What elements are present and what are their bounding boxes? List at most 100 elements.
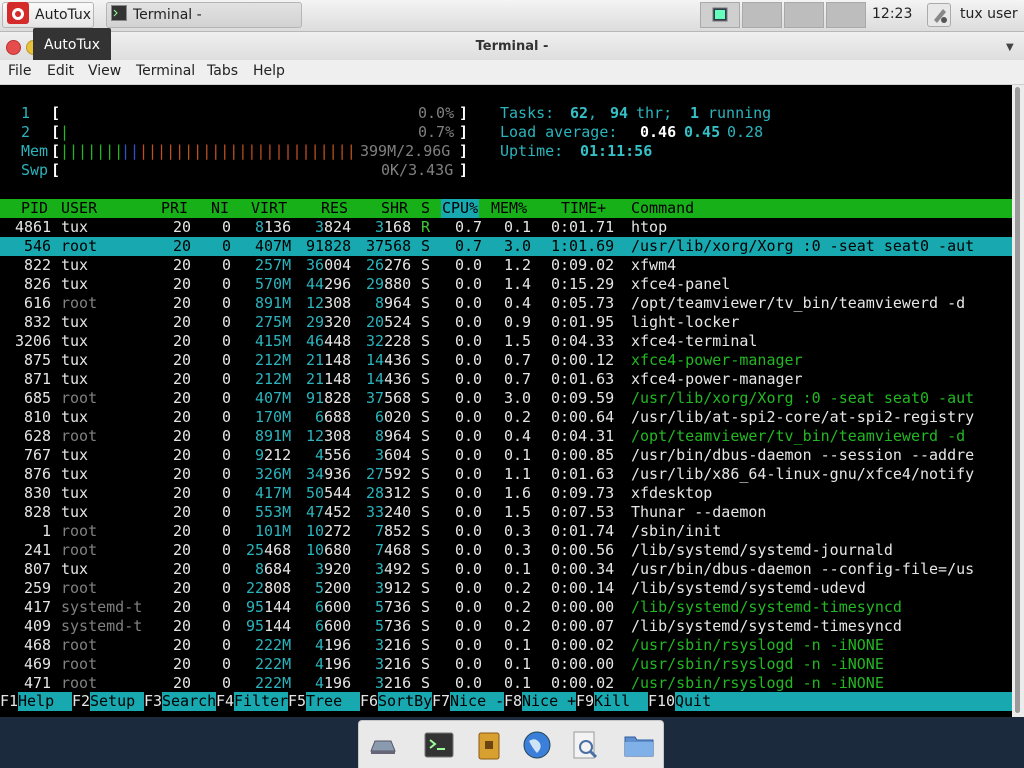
terminal-scrollbar[interactable] <box>1012 85 1024 717</box>
process-row[interactable]: 616 20 0 0.0 0.4 root 891M 12308 8964 S 0:05.73/op… <box>0 294 1012 313</box>
window-titlebar[interactable]: Terminal - ▼ <box>0 32 1024 60</box>
fkey-f6[interactable]: F6 <box>360 692 378 711</box>
fkey-f9[interactable]: F9 <box>576 692 594 711</box>
taskbar-terminal-button[interactable]: Terminal - <box>106 2 302 28</box>
window-title: Terminal - <box>475 39 549 54</box>
menu-tabs[interactable]: Tabs <box>207 63 238 79</box>
process-row[interactable]: 4861 20 0 0.7 0.1 tux 8136 3824 3168 R 0:01.71 htop <box>0 218 1012 237</box>
web-browser-icon[interactable] <box>521 729 553 761</box>
cell-shr: 7852 <box>375 522 412 540</box>
cell-virt: 407M <box>255 237 292 255</box>
process-row[interactable]: 241 20 0 0.0 0.3 root 25468 10680 7468 S 0:00.56/l… <box>0 541 1012 560</box>
process-row[interactable]: 826 20 0 0.0 1.4 tux 570M 44296 29880 S 0:15.29 xfc… <box>0 275 1012 294</box>
cell-cpu: 0.0 <box>455 446 483 464</box>
menu-terminal[interactable]: Terminal <box>136 63 195 79</box>
workspace-2[interactable] <box>742 2 782 28</box>
app-menu-button[interactable]: AutoTux <box>2 2 94 28</box>
process-row[interactable]: 822 20 0 0.0 1.2 tux 257M 36004 26276 S 0:09.02 xfw… <box>0 256 1012 275</box>
user-switch-icon[interactable] <box>927 3 951 27</box>
process-row[interactable]: 471 20 0 0.0 0.1 root 222M 4196 3216 S 0:00.02/usr… <box>0 674 1012 693</box>
col-virt[interactable]: VIRT <box>251 199 287 218</box>
uptime: Uptime: 01:11:56 <box>500 142 653 160</box>
process-row[interactable]: 807 20 0 0.0 0.1 tux 8684 3920 3492 S 0:00.34/usr/… <box>0 560 1012 579</box>
process-row[interactable]: 468 20 0 0.0 0.1 root 222M 4196 3216 S 0:00.02/usr… <box>0 636 1012 655</box>
terminal-area[interactable]: 1 [ 0.0% ] 2 [ | 0.7% ] Mem [ ||||||| ||… <box>0 85 1012 717</box>
process-row[interactable]: 871 20 0 0.0 0.7 tux 212M 21148 14436 S 0:01.63 xfc… <box>0 370 1012 389</box>
fkey-label-f2[interactable]: Setup <box>90 692 144 711</box>
col-user[interactable]: USER <box>61 199 97 218</box>
cell-shr: 14436 <box>366 351 412 369</box>
fkey-f2[interactable]: F2 <box>72 692 90 711</box>
fkey-label-f4[interactable]: Filter <box>234 692 288 711</box>
fkey-f5[interactable]: F5 <box>288 692 306 711</box>
process-row[interactable]: 767 20 0 0.0 0.1 tux 9212 4556 3604 S 0:00.85/usr/… <box>0 446 1012 465</box>
cell-cpu: 0.0 <box>455 313 483 331</box>
fkey-label-f5[interactable]: Tree <box>306 692 360 711</box>
fkey-f4[interactable]: F4 <box>216 692 234 711</box>
fkey-label-f3[interactable]: Search <box>162 692 216 711</box>
process-row[interactable]: 1 20 0 0.0 0.3 root 101M 10272 7852 S 0:01.74/sbin… <box>0 522 1012 541</box>
process-row[interactable]: 810 20 0 0.0 0.2 tux 170M 6688 6020 S 0:00.64/usr/… <box>0 408 1012 427</box>
menu-file[interactable]: File <box>8 63 31 79</box>
autotux-icon <box>7 2 29 28</box>
workspace-1[interactable] <box>700 2 740 28</box>
user-menu[interactable]: tux user <box>960 6 1018 22</box>
cell-command: /lib/systemd/systemd-udevd <box>631 579 866 597</box>
fkey-label-f9[interactable]: Kill <box>594 692 648 711</box>
clock[interactable]: 12:23 <box>872 6 912 22</box>
search-icon[interactable] <box>569 729 601 761</box>
col-time[interactable]: TIME+ <box>561 199 606 218</box>
scrollbar-thumb[interactable] <box>1015 87 1020 713</box>
fkey-f8[interactable]: F8 <box>504 692 522 711</box>
process-row[interactable]: 628 20 0 0.0 0.4 root 891M 12308 8964 S 0:04.31/op… <box>0 427 1012 446</box>
archive-icon[interactable] <box>473 729 505 761</box>
window-menu-chevron-icon[interactable]: ▼ <box>1006 42 1014 53</box>
fkey-label-f7[interactable]: Nice - <box>450 692 504 711</box>
workspace-3[interactable] <box>784 2 824 28</box>
col-cpu[interactable]: CPU% <box>441 199 480 218</box>
col-pri[interactable]: PRI <box>161 199 188 218</box>
menu-help[interactable]: Help <box>253 63 285 79</box>
process-row[interactable]: 259 20 0 0.0 0.2 root 22808 5200 3912 S 0:00.14/li… <box>0 579 1012 598</box>
menu-edit[interactable]: Edit <box>47 63 74 79</box>
process-row[interactable]: 409 20 0 0.0 0.2 systemd-t 95144 6600 5736 S 0:00.… <box>0 617 1012 636</box>
col-res[interactable]: RES <box>321 199 348 218</box>
cell-pri: 20 <box>173 408 192 426</box>
process-row[interactable]: 685 20 0 0.0 3.0 root 407M 91828 37568 S 0:09.59/u… <box>0 389 1012 408</box>
col-mem[interactable]: MEM% <box>491 199 527 218</box>
process-row[interactable]: 417 20 0 0.0 0.2 systemd-t 95144 6600 5736 S 0:00.… <box>0 598 1012 617</box>
app-tooltip: AutoTux <box>33 28 111 62</box>
col-command[interactable]: Command <box>631 199 694 218</box>
cell-mem: 3.0 <box>504 389 532 407</box>
fkey-label-f10[interactable]: Quit <box>675 692 1012 711</box>
process-row[interactable]: 3206 20 0 0.0 1.5 tux 415M 46448 32228 S 0:04.33 xf… <box>0 332 1012 351</box>
process-table-header[interactable]: PID USER PRI NI VIRT RES SHR S CPU% MEM%… <box>0 199 1012 218</box>
fkey-f3[interactable]: F3 <box>144 692 162 711</box>
col-pid[interactable]: PID <box>21 199 48 218</box>
process-row[interactable]: 875 20 0 0.0 0.7 tux 212M 21148 14436 S 0:00.12 xfc… <box>0 351 1012 370</box>
fkey-f1[interactable]: F1 <box>0 692 18 711</box>
fkey-label-f6[interactable]: SortBy <box>378 692 432 711</box>
fkey-f10[interactable]: F10 <box>648 692 675 711</box>
show-desktop-icon[interactable] <box>367 729 399 761</box>
process-row[interactable]: 832 20 0 0.0 0.9 tux 275M 29320 20524 S 0:01.95 lig… <box>0 313 1012 332</box>
col-ni[interactable]: NI <box>211 199 229 218</box>
cell-cpu: 0.0 <box>455 522 483 540</box>
col-shr[interactable]: SHR <box>381 199 408 218</box>
process-row[interactable]: 828 20 0 0.0 1.5 tux 553M 47452 33240 S 0:07.53 Thu… <box>0 503 1012 522</box>
fkey-label-f1[interactable]: Help <box>18 692 72 711</box>
terminal-launcher-icon[interactable] <box>423 729 455 761</box>
process-row[interactable]: 546 20 0 0.7 3.0 root 407M 91828 37568 S 1:01.69/u… <box>0 237 1012 256</box>
folder-icon[interactable] <box>623 729 655 761</box>
col-state[interactable]: S <box>421 199 430 218</box>
fkey-label-f8[interactable]: Nice + <box>522 692 576 711</box>
cell-user: tux <box>61 484 89 502</box>
process-row[interactable]: 876 20 0 0.0 1.1 tux 326M 34936 27592 S 0:01.63/us… <box>0 465 1012 484</box>
workspace-4[interactable] <box>826 2 866 28</box>
cell-state: S <box>421 351 431 369</box>
process-row[interactable]: 469 20 0 0.0 0.1 root 222M 4196 3216 S 0:00.00/usr… <box>0 655 1012 674</box>
menu-view[interactable]: View <box>88 63 121 79</box>
cell-res: 21148 <box>306 370 352 388</box>
process-row[interactable]: 830 20 0 0.0 1.6 tux 417M 50544 28312 S 0:09.73 xfd… <box>0 484 1012 503</box>
fkey-f7[interactable]: F7 <box>432 692 450 711</box>
